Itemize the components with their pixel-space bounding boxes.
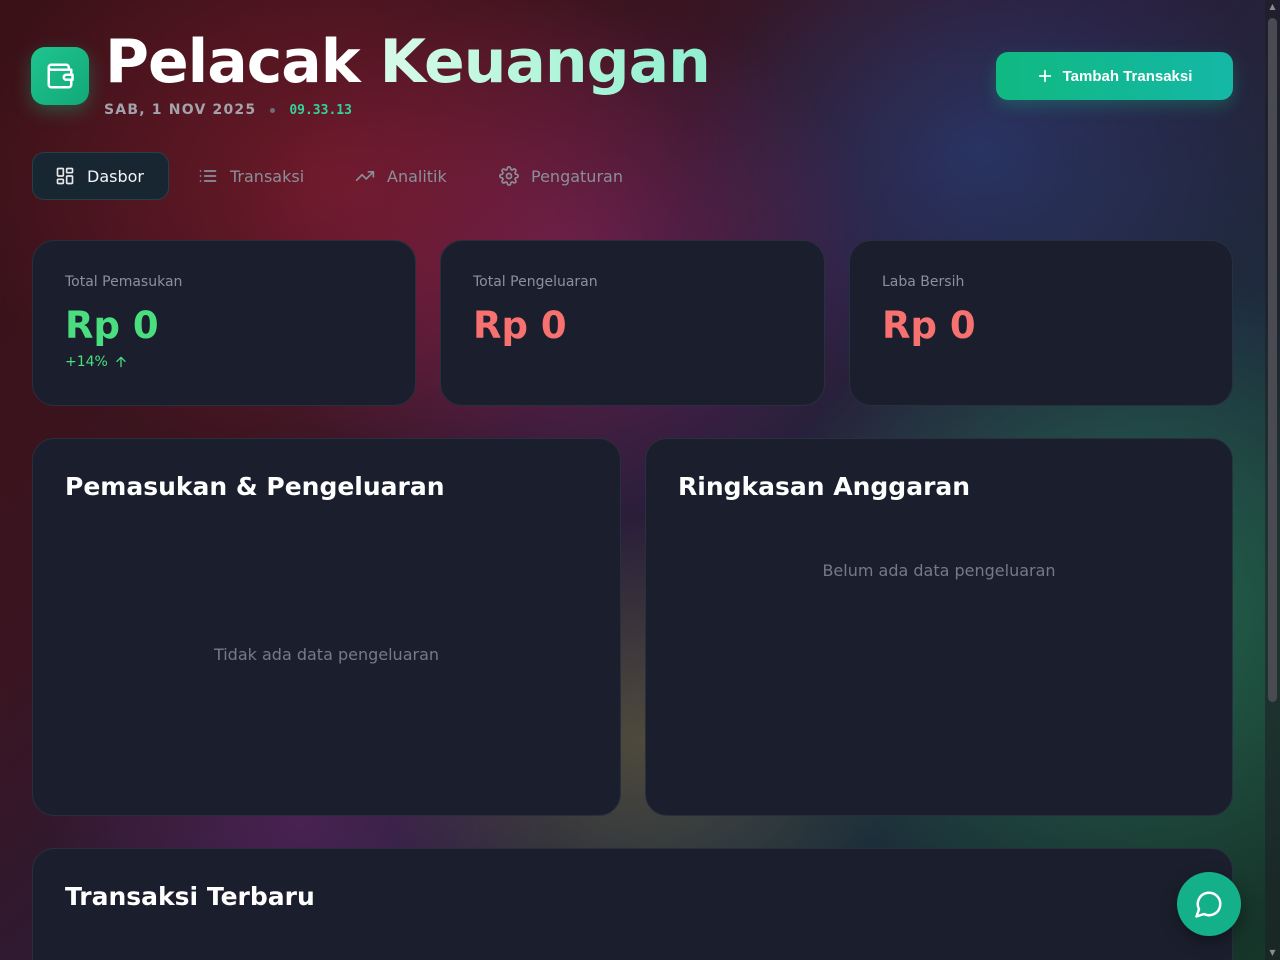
scroll-up-icon[interactable]: ▲ [1268,2,1277,11]
tab-analitik[interactable]: Analitik [333,152,469,200]
stat-card-expense: Total Pengeluaran Rp 0 [440,240,825,406]
tab-label: Analitik [387,166,447,186]
wallet-icon [47,63,74,89]
chat-bubble-icon [1195,891,1222,918]
trending-up-icon [355,171,375,181]
tab-label: Transaksi [230,166,305,186]
chat-button[interactable] [1177,872,1241,936]
plus-icon [1038,69,1051,83]
page-scrollbar[interactable]: ▲ ▼ [1265,0,1280,960]
title-word-2: Keuangan [379,27,711,97]
page-title: Pelacak Keuangan [105,26,711,98]
empty-state-text: Belum ada data pengeluaran [822,561,1056,580]
add-transaction-button[interactable]: Tambah Transaksi [996,52,1233,100]
stat-value: Rp 0 [473,304,567,347]
stat-card-net-profit: Laba Bersih Rp 0 [849,240,1233,406]
stat-label: Laba Bersih [882,274,965,290]
separator-dot [270,107,276,113]
recent-transactions-panel: Transaksi Terbaru [32,848,1233,960]
add-transaction-label: Tambah Transaksi [1062,67,1193,85]
tab-transaksi[interactable]: Transaksi [176,152,326,200]
tab-label: Dasbor [87,166,144,186]
stat-label: Total Pemasukan [65,274,183,290]
tab-label: Pengaturan [531,166,623,186]
app-logo [31,47,89,105]
tab-pengaturan[interactable]: Pengaturan [477,152,645,200]
income-expense-panel: Pemasukan & Pengeluaran Tidak ada data p… [32,438,621,816]
stat-label: Total Pengeluaran [473,274,598,290]
scroll-down-icon[interactable]: ▼ [1268,948,1277,957]
stat-value: Rp 0 [65,304,159,347]
current-date: SAB, 1 NOV 2025 [104,102,257,118]
stat-card-income: Total Pemasukan Rp 0 +14% [32,240,416,406]
scroll-thumb[interactable] [1268,18,1277,702]
trend-value: +14% [65,354,108,370]
tab-dasbor[interactable]: Dasbor [32,152,169,200]
empty-state-text: Tidak ada data pengeluaran [213,645,440,664]
panel-title: Transaksi Terbaru [65,882,315,911]
budget-summary-panel: Ringkasan Anggaran Belum ada data pengel… [645,438,1233,816]
stat-trend: +14% [65,354,128,370]
title-word-1: Pelacak [105,27,361,97]
dashboard-grid-icon [56,167,74,185]
panel-title: Pemasukan & Pengeluaran [65,472,445,501]
gear-icon [499,166,519,186]
panel-title: Ringkasan Anggaran [678,472,971,501]
stat-value: Rp 0 [882,304,976,347]
list-icon [199,170,217,182]
arrow-up-icon [116,356,126,368]
date-time-line: SAB, 1 NOV 2025 09.33.13 [104,101,352,119]
current-time: 09.33.13 [289,102,352,118]
